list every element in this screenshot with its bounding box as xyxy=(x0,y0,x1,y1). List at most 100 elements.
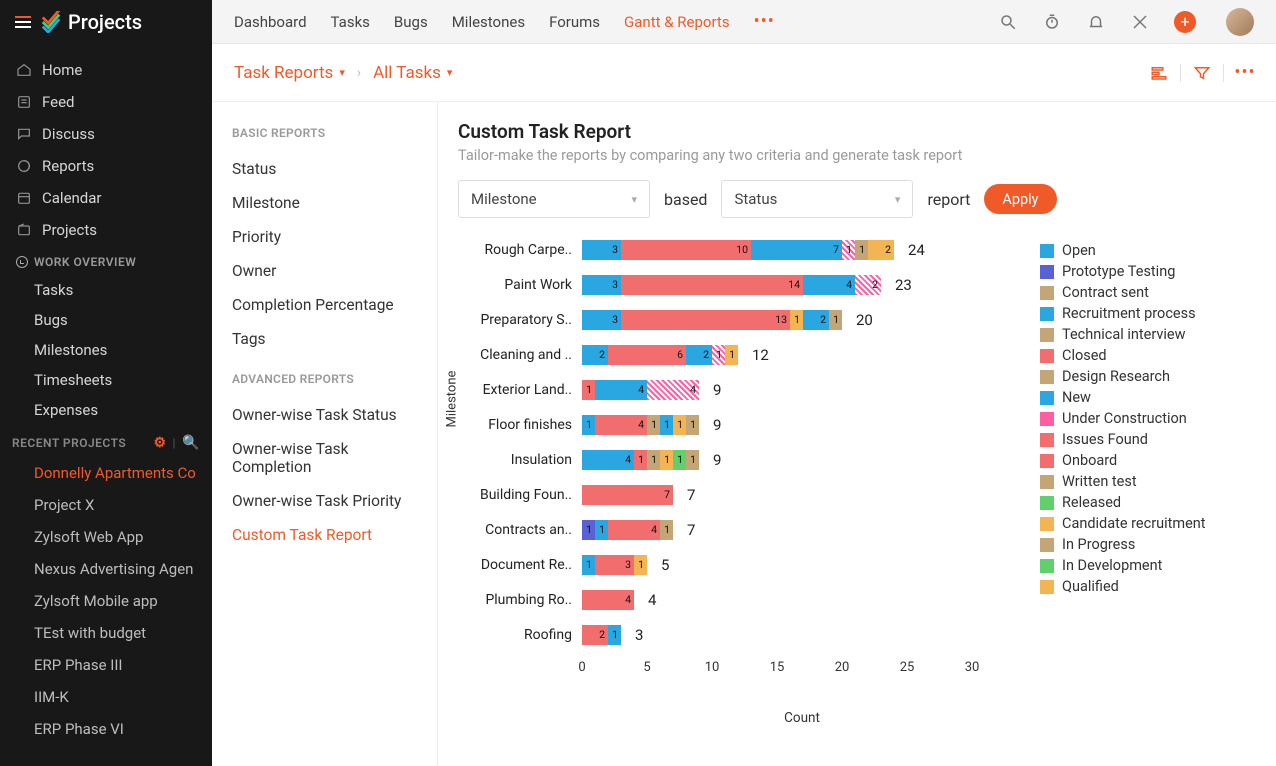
filter-icon[interactable] xyxy=(1193,64,1211,82)
legend-item[interactable]: Technical interview xyxy=(1040,324,1250,345)
bell-icon[interactable] xyxy=(1086,12,1106,32)
breadcrumb-task-reports[interactable]: Task Reports ▾ xyxy=(234,63,345,83)
overview-expenses[interactable]: Expenses xyxy=(0,395,212,425)
breadcrumb-all-tasks[interactable]: All Tasks ▾ xyxy=(373,63,452,83)
apply-button[interactable]: Apply xyxy=(984,184,1056,214)
legend-item[interactable]: Design Research xyxy=(1040,366,1250,387)
topnav-dashboard[interactable]: Dashboard xyxy=(234,13,307,31)
legend-item[interactable]: Qualified xyxy=(1040,576,1250,597)
bar-segment: 1 xyxy=(842,240,855,260)
nav-discuss[interactable]: Discuss xyxy=(0,118,212,150)
legend-item[interactable]: In Progress xyxy=(1040,534,1250,555)
nav-calendar[interactable]: Calendar xyxy=(0,182,212,214)
legend-item[interactable]: Issues Found xyxy=(1040,429,1250,450)
report-owner-wise-task-completion[interactable]: Owner-wise Task Completion xyxy=(232,432,417,484)
nav-feed[interactable]: Feed xyxy=(0,86,212,118)
work-overview-header[interactable]: WORK OVERVIEW xyxy=(0,246,212,275)
nav-home[interactable]: Home xyxy=(0,54,212,86)
legend-swatch xyxy=(1040,412,1054,426)
menu-icon[interactable] xyxy=(10,9,36,35)
more-icon[interactable]: ••• xyxy=(1236,64,1254,82)
recent-project[interactable]: Donnelly Apartments Co xyxy=(0,457,212,489)
legend-item[interactable]: Recruitment process xyxy=(1040,303,1250,324)
bar-segment: 1 xyxy=(582,380,595,400)
overview-timesheets[interactable]: Timesheets xyxy=(0,365,212,395)
recent-project[interactable]: ERP Phase III xyxy=(0,649,212,681)
legend-item[interactable]: Released xyxy=(1040,492,1250,513)
bar[interactable]: 131 xyxy=(582,555,647,575)
chart-row: Cleaning and ..2621112 xyxy=(582,337,1022,372)
bar[interactable]: 21 xyxy=(582,625,621,645)
topnav-milestones[interactable]: Milestones xyxy=(452,13,525,31)
legend-item[interactable]: Under Construction xyxy=(1040,408,1250,429)
tools-icon[interactable] xyxy=(1130,12,1150,32)
bar[interactable]: 144 xyxy=(582,380,699,400)
overview-milestones[interactable]: Milestones xyxy=(0,335,212,365)
recent-project[interactable]: Project X xyxy=(0,489,212,521)
legend-item[interactable]: Open xyxy=(1040,240,1250,261)
topnav-more-icon[interactable]: ••• xyxy=(754,11,775,32)
recent-project[interactable]: Nexus Advertising Agen xyxy=(0,553,212,585)
bar[interactable]: 3107112 xyxy=(582,240,894,260)
row-label: Floor finishes xyxy=(466,417,582,433)
legend-item[interactable]: In Development xyxy=(1040,555,1250,576)
recent-project[interactable]: Zylsoft Mobile app xyxy=(0,585,212,617)
topnav-tasks[interactable]: Tasks xyxy=(331,13,370,31)
recent-project[interactable]: TEst with budget xyxy=(0,617,212,649)
legend-item[interactable]: Written test xyxy=(1040,471,1250,492)
timer-icon[interactable] xyxy=(1042,12,1062,32)
legend-item[interactable]: Contract sent xyxy=(1040,282,1250,303)
search-icon[interactable] xyxy=(998,12,1018,32)
criteria1-select[interactable]: Milestone▾ xyxy=(458,180,650,218)
search-icon[interactable]: 🔍 xyxy=(182,435,200,451)
avatar[interactable] xyxy=(1226,8,1254,36)
bar[interactable]: 313121 xyxy=(582,310,842,330)
report-status[interactable]: Status xyxy=(232,152,417,186)
report-tags[interactable]: Tags xyxy=(232,322,417,356)
row-label: Cleaning and .. xyxy=(466,347,582,363)
topnav-bugs[interactable]: Bugs xyxy=(394,13,428,31)
criteria2-select[interactable]: Status▾ xyxy=(721,180,913,218)
recent-project[interactable]: IIM-K xyxy=(0,681,212,713)
legend-item[interactable]: Candidate recruitment xyxy=(1040,513,1250,534)
report-owner[interactable]: Owner xyxy=(232,254,417,288)
chart-row: Rough Carpe..310711224 xyxy=(582,232,1022,267)
bar[interactable]: 7 xyxy=(582,485,673,505)
nav-label: Reports xyxy=(42,157,94,175)
report-priority[interactable]: Priority xyxy=(232,220,417,254)
page-subtitle: Tailor-make the reports by comparing any… xyxy=(458,147,1256,164)
legend-item[interactable]: Prototype Testing xyxy=(1040,261,1250,282)
legend-swatch xyxy=(1040,475,1054,489)
legend-swatch xyxy=(1040,328,1054,342)
bar[interactable]: 4 xyxy=(582,590,634,610)
bar[interactable]: 26211 xyxy=(582,345,738,365)
x-tick: 20 xyxy=(835,660,850,675)
legend-item[interactable]: Onboard xyxy=(1040,450,1250,471)
report-completion-percentage[interactable]: Completion Percentage xyxy=(232,288,417,322)
app-logo[interactable]: Projects xyxy=(40,10,142,34)
x-axis-label: Count xyxy=(458,710,1022,726)
legend-item[interactable]: Closed xyxy=(1040,345,1250,366)
bar[interactable]: 31442 xyxy=(582,275,881,295)
nav-projects[interactable]: Projects xyxy=(0,214,212,246)
report-owner-wise-task-status[interactable]: Owner-wise Task Status xyxy=(232,398,417,432)
legend-label: Open xyxy=(1062,242,1096,259)
report-owner-wise-task-priority[interactable]: Owner-wise Task Priority xyxy=(232,484,417,518)
bar[interactable]: 141111 xyxy=(582,415,699,435)
legend-swatch xyxy=(1040,433,1054,447)
settings-icon[interactable]: ⚙ xyxy=(153,435,166,451)
recent-project[interactable]: Zylsoft Web App xyxy=(0,521,212,553)
chart-view-icon[interactable] xyxy=(1150,64,1168,82)
bar[interactable]: 411111 xyxy=(582,450,699,470)
overview-bugs[interactable]: Bugs xyxy=(0,305,212,335)
report-milestone[interactable]: Milestone xyxy=(232,186,417,220)
overview-tasks[interactable]: Tasks xyxy=(0,275,212,305)
legend-item[interactable]: New xyxy=(1040,387,1250,408)
bar[interactable]: 1141 xyxy=(582,520,673,540)
nav-reports[interactable]: Reports xyxy=(0,150,212,182)
add-button[interactable]: + xyxy=(1174,11,1196,33)
topnav-forums[interactable]: Forums xyxy=(549,13,600,31)
topnav-gantt-reports[interactable]: Gantt & Reports xyxy=(624,13,730,31)
report-custom-task-report[interactable]: Custom Task Report xyxy=(232,518,417,552)
recent-project[interactable]: ERP Phase VI xyxy=(0,713,212,745)
